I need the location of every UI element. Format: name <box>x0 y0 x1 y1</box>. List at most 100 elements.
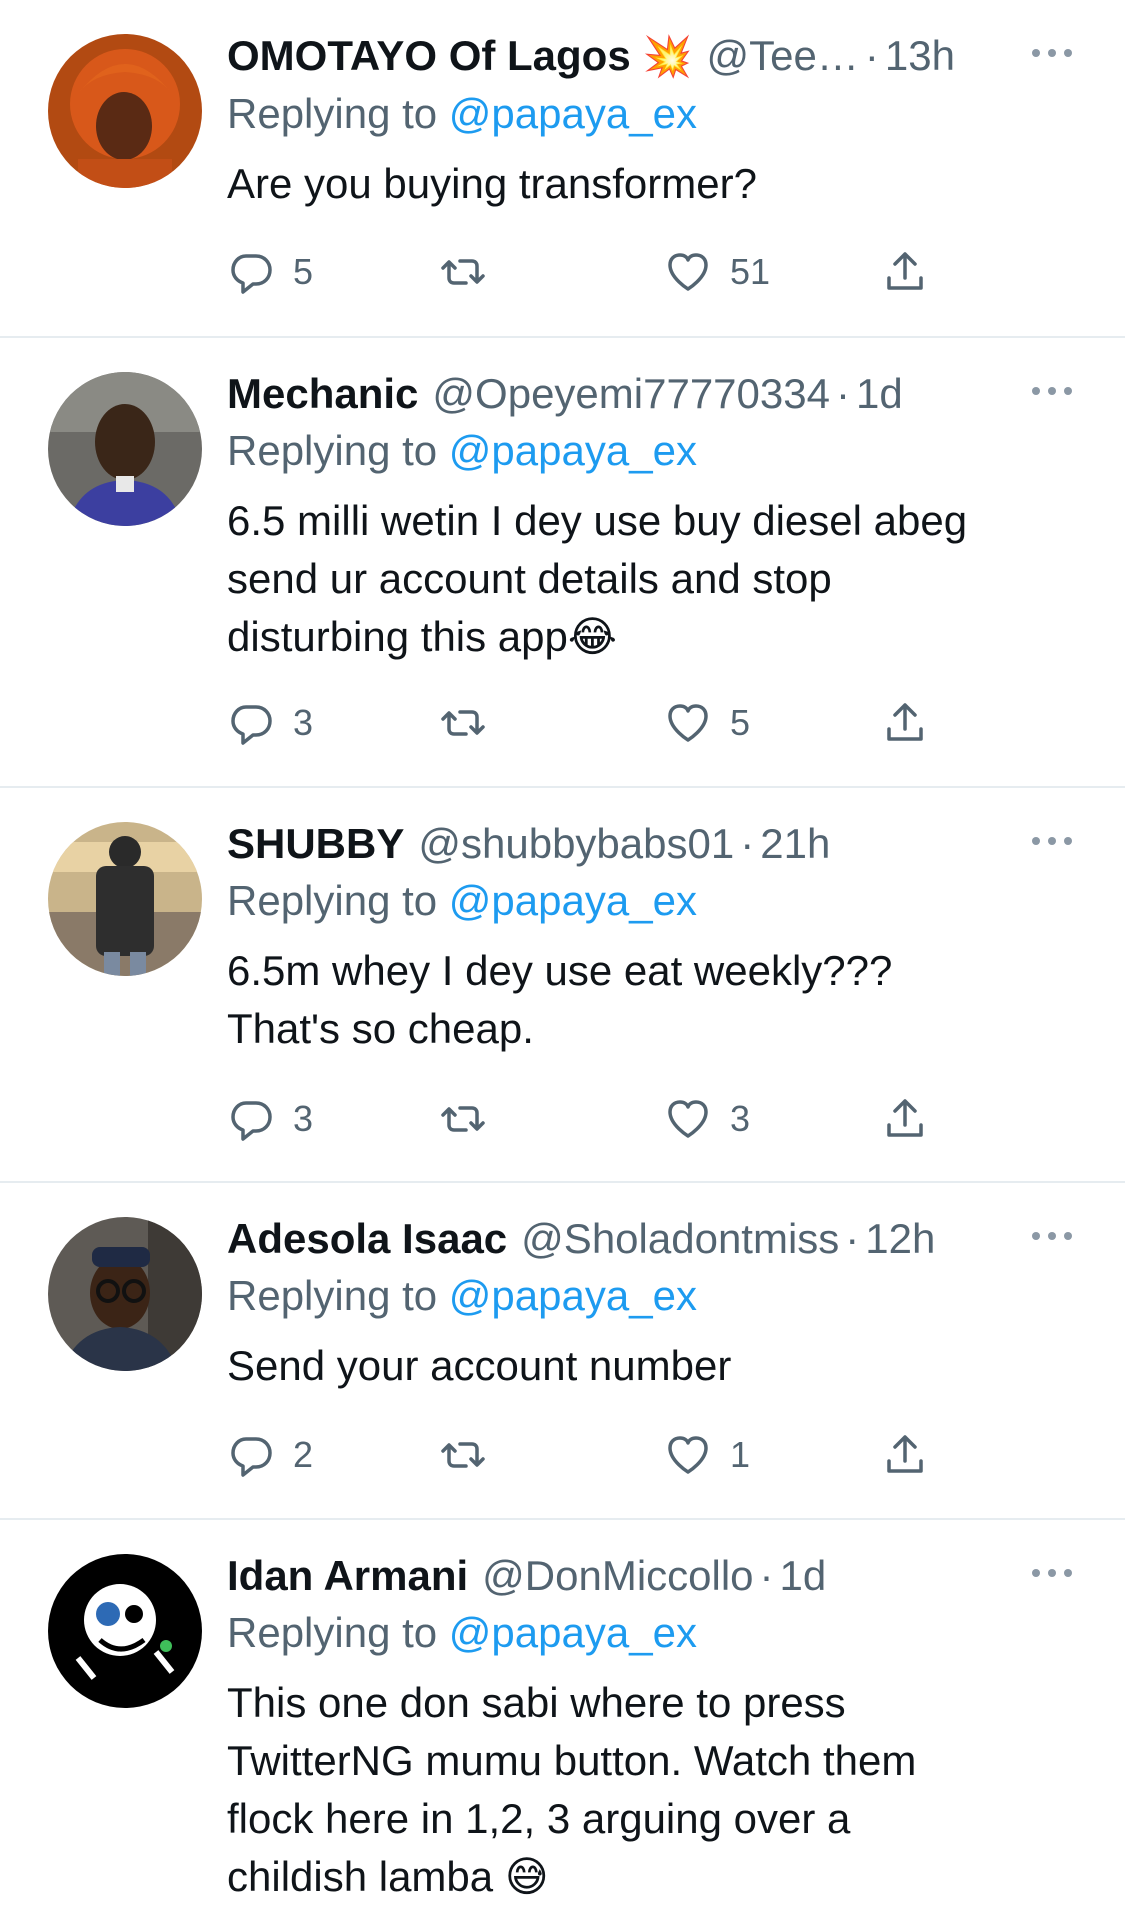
like-count: 3 <box>730 1098 751 1139</box>
author-handle[interactable]: @DonMiccollo <box>482 1548 753 1604</box>
replying-mention[interactable]: @papaya_ex <box>449 1609 697 1656</box>
reply-icon <box>231 1437 272 1477</box>
tweet-text-content: 6.5m whey I dey use eat weekly??? That's… <box>227 947 893 1052</box>
tweet-body: Adesola Isaac @Sholadontmiss · 12h Reply… <box>227 1211 1085 1395</box>
tweet-text: Send your account number <box>227 1337 1085 1395</box>
avatar[interactable] <box>48 822 202 976</box>
tweet[interactable]: Mechanic @Opeyemi77770334 · 1d Replying … <box>0 338 1125 788</box>
author-handle[interactable]: @Sholadontmiss <box>521 1211 839 1267</box>
tweet-body: OMOTAYO Of Lagos 💥 @Tee… · 13h Replying … <box>227 28 1085 213</box>
tweet-text-content: Are you buying transformer? <box>227 160 757 207</box>
timestamp[interactable]: 1d <box>780 1548 827 1604</box>
more-icon[interactable] <box>1027 376 1077 406</box>
share-button[interactable] <box>881 1427 929 1483</box>
tweet-actions: 2 1 <box>227 1427 947 1483</box>
retweet-button[interactable] <box>439 1427 487 1483</box>
author-handle[interactable]: @shubbybabs01 <box>418 816 734 872</box>
author-name[interactable]: OMOTAYO Of Lagos <box>227 28 631 84</box>
tweet-body: Mechanic @Opeyemi77770334 · 1d Replying … <box>227 366 1085 666</box>
reply-icon <box>231 254 272 294</box>
share-button[interactable] <box>881 1091 929 1147</box>
tweet-actions: 3 5 <box>227 695 947 751</box>
replying-mention[interactable]: @papaya_ex <box>449 877 697 924</box>
reply-count: 2 <box>293 1434 314 1475</box>
avatar[interactable] <box>48 372 202 526</box>
replying-prefix: Replying to <box>227 90 438 137</box>
replying-to: Replying to @papaya_ex <box>227 422 1085 480</box>
retweet-button[interactable] <box>439 695 487 751</box>
tweet[interactable]: Idan Armani @DonMiccollo · 1d Replying t… <box>0 1520 1125 1923</box>
retweet-button[interactable] <box>439 244 487 300</box>
tweet-body: SHUBBY @shubbybabs01 · 21h Replying to @… <box>227 816 1085 1058</box>
author-name[interactable]: Idan Armani <box>227 1548 468 1604</box>
reply-button[interactable]: 3 <box>227 695 313 751</box>
avatar[interactable] <box>48 1217 202 1371</box>
like-icon <box>668 1436 708 1474</box>
replying-prefix: Replying to <box>227 877 438 924</box>
tweet-text: 6.5 milli wetin I dey use buy diesel abe… <box>227 492 1085 666</box>
reply-count: 5 <box>293 251 314 292</box>
like-button[interactable]: 1 <box>664 1427 750 1483</box>
replying-mention[interactable]: @papaya_ex <box>449 90 697 137</box>
like-button[interactable]: 3 <box>664 1091 750 1147</box>
reply-icon <box>231 705 272 745</box>
avatar[interactable] <box>48 34 202 188</box>
more-icon[interactable] <box>1027 826 1077 856</box>
more-icon[interactable] <box>1027 1221 1077 1251</box>
separator-dot: · <box>759 1552 774 1599</box>
tweet-text: This one don sabi where to press Twitter… <box>227 1674 1085 1906</box>
author-name[interactable]: SHUBBY <box>227 816 404 872</box>
retweet-button[interactable] <box>439 1091 487 1147</box>
more-icon[interactable] <box>1027 38 1077 68</box>
tweet-header: Idan Armani @DonMiccollo · 1d <box>227 1548 1085 1604</box>
tweet-actions: 5 51 <box>227 244 947 300</box>
like-button[interactable]: 5 <box>664 695 750 751</box>
tweet-text: Are you buying transformer? <box>227 155 1085 213</box>
separator-dot: · <box>845 1215 860 1262</box>
replying-mention[interactable]: @papaya_ex <box>449 427 697 474</box>
replies-feed: OMOTAYO Of Lagos 💥 @Tee… · 13h Replying … <box>0 0 1125 1923</box>
tweet[interactable]: OMOTAYO Of Lagos 💥 @Tee… · 13h Replying … <box>0 0 1125 338</box>
tweet-text-content: Send your account number <box>227 1342 732 1389</box>
replying-to: Replying to @papaya_ex <box>227 1267 1085 1325</box>
explosion-emoji-icon: 💥 <box>642 35 693 79</box>
like-button[interactable]: 51 <box>664 244 770 300</box>
reply-button[interactable]: 3 <box>227 1091 313 1147</box>
share-icon <box>887 252 923 290</box>
replying-to: Replying to @papaya_ex <box>227 872 1085 930</box>
replying-to: Replying to @papaya_ex <box>227 1604 1085 1662</box>
author-handle[interactable]: @Opeyemi77770334 <box>432 366 830 422</box>
timestamp[interactable]: 13h <box>885 28 955 84</box>
reply-button[interactable]: 2 <box>227 1427 313 1483</box>
reply-button[interactable]: 5 <box>227 244 313 300</box>
grinning-sweat-emoji-icon: 😅 <box>504 1853 549 1900</box>
reply-icon <box>231 1101 272 1141</box>
share-icon <box>887 1099 923 1137</box>
tweet-header: OMOTAYO Of Lagos 💥 @Tee… · 13h <box>227 28 1085 85</box>
retweet-icon <box>441 1106 485 1132</box>
like-count: 1 <box>730 1434 751 1475</box>
tweet[interactable]: SHUBBY @shubbybabs01 · 21h Replying to @… <box>0 788 1125 1183</box>
like-icon <box>668 704 708 742</box>
timestamp[interactable]: 1d <box>856 366 903 422</box>
tweet-header: Adesola Isaac @Sholadontmiss · 12h <box>227 1211 1085 1267</box>
timestamp[interactable]: 21h <box>760 816 830 872</box>
share-icon <box>887 1435 923 1473</box>
replying-prefix: Replying to <box>227 1272 438 1319</box>
replying-to: Replying to @papaya_ex <box>227 85 1085 143</box>
tweet[interactable]: Adesola Isaac @Sholadontmiss · 12h Reply… <box>0 1183 1125 1520</box>
timestamp[interactable]: 12h <box>865 1211 935 1267</box>
author-name[interactable]: Adesola Isaac <box>227 1211 507 1267</box>
like-count: 5 <box>730 702 751 743</box>
author-handle[interactable]: @Tee… <box>707 28 859 84</box>
more-icon[interactable] <box>1027 1558 1077 1588</box>
like-icon <box>668 253 708 291</box>
avatar[interactable] <box>48 1554 202 1708</box>
retweet-icon <box>441 259 485 285</box>
replying-mention[interactable]: @papaya_ex <box>449 1272 697 1319</box>
share-button[interactable] <box>881 695 929 751</box>
replying-prefix: Replying to <box>227 1609 438 1656</box>
retweet-icon <box>441 1442 485 1468</box>
share-button[interactable] <box>881 244 929 300</box>
author-name[interactable]: Mechanic <box>227 366 418 422</box>
